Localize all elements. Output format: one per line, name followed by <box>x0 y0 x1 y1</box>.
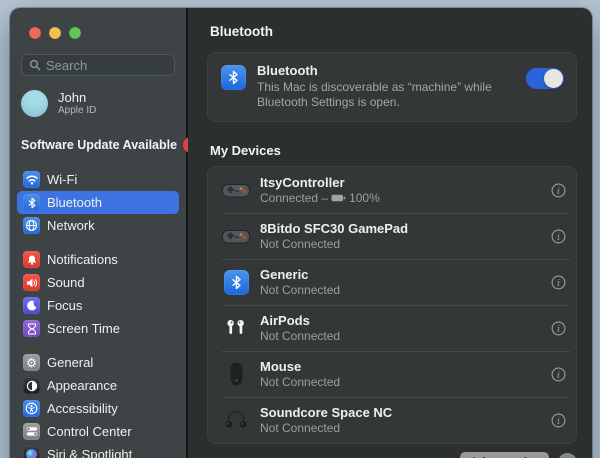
sidebar-item-focus[interactable]: Focus <box>17 294 179 317</box>
devices-list: ItsyController Connected – 100% <box>207 166 577 444</box>
sidebar-item-sound[interactable]: Sound <box>17 271 179 294</box>
bluetooth-icon <box>221 65 246 90</box>
siri-icon <box>23 446 40 458</box>
device-row-airpods[interactable]: AirPods Not Connected <box>208 305 576 351</box>
airpods-icon <box>220 319 252 337</box>
bluetooth-card-description: This Mac is discoverable as “machine” wh… <box>257 80 515 110</box>
info-button[interactable] <box>551 367 566 382</box>
profile-subtitle: Apple ID <box>58 105 96 117</box>
pane-footer: Advanced… ? <box>207 452 577 458</box>
wifi-icon <box>23 171 40 188</box>
sidebar-item-label: Network <box>47 218 95 233</box>
sidebar-item-general[interactable]: ⚙︎ General <box>17 351 179 374</box>
sidebar-item-notifications[interactable]: Notifications <box>17 248 179 271</box>
sidebar-item-bluetooth[interactable]: Bluetooth <box>17 191 179 214</box>
gamepad-icon <box>220 181 252 200</box>
sidebar-item-label: General <box>47 355 93 370</box>
minimize-button[interactable] <box>49 27 61 39</box>
device-row-mouse[interactable]: Mouse Not Connected <box>208 351 576 397</box>
bluetooth-toggle[interactable] <box>526 68 564 89</box>
device-status: Not Connected <box>260 375 340 390</box>
info-button[interactable] <box>551 183 566 198</box>
info-button[interactable] <box>551 413 566 428</box>
appearance-icon <box>23 377 40 394</box>
settings-window: John Apple ID Software Update Available … <box>10 8 592 458</box>
device-row-generic[interactable]: Generic Not Connected <box>208 259 576 305</box>
sidebar-item-software-update[interactable]: Software Update Available 1 <box>21 137 175 153</box>
sidebar-item-network[interactable]: Network <box>17 214 179 237</box>
speaker-icon <box>23 274 40 291</box>
sidebar-item-apple-id[interactable]: John Apple ID <box>21 90 175 117</box>
globe-icon <box>23 217 40 234</box>
my-devices-header: My Devices <box>210 143 577 158</box>
device-status: Not Connected <box>260 329 340 344</box>
sidebar-item-siri-spotlight[interactable]: Siri & Spotlight <box>17 443 179 458</box>
device-status: Not Connected <box>260 283 340 298</box>
bluetooth-icon <box>23 194 40 211</box>
sidebar-item-control-center[interactable]: Control Center <box>17 420 179 443</box>
search-input[interactable] <box>46 58 167 73</box>
sidebar-item-appearance[interactable]: Appearance <box>17 374 179 397</box>
sidebar-item-label: Bluetooth <box>47 195 102 210</box>
device-status: Not Connected <box>260 237 340 252</box>
window-controls <box>10 8 186 39</box>
bluetooth-pane: Bluetooth Bluetooth This Mac is discover… <box>188 8 592 458</box>
device-status: Not Connected <box>260 421 340 436</box>
sidebar-item-accessibility[interactable]: Accessibility <box>17 397 179 420</box>
bluetooth-card-label: Bluetooth <box>257 63 515 78</box>
bluetooth-toggle-card: Bluetooth This Mac is discoverable as “m… <box>207 52 577 122</box>
sidebar-item-label: Accessibility <box>47 401 118 416</box>
search-icon <box>29 59 41 71</box>
sidebar: John Apple ID Software Update Available … <box>10 8 188 458</box>
battery-icon <box>331 194 346 202</box>
gamepad-icon <box>220 227 252 246</box>
device-name: Mouse <box>260 359 340 375</box>
info-button[interactable] <box>551 321 566 336</box>
close-button[interactable] <box>29 27 41 39</box>
toggles-icon <box>23 423 40 440</box>
sidebar-item-label: Screen Time <box>47 321 120 336</box>
device-row-itsycontroller[interactable]: ItsyController Connected – 100% <box>208 167 576 213</box>
accessibility-icon <box>23 400 40 417</box>
info-button[interactable] <box>551 275 566 290</box>
info-button[interactable] <box>551 229 566 244</box>
sidebar-item-label: Appearance <box>47 378 117 393</box>
device-name: Soundcore Space NC <box>260 405 392 421</box>
help-button[interactable]: ? <box>558 453 577 458</box>
battery-percent: 100% <box>349 191 380 206</box>
device-row-8bitdo[interactable]: 8Bitdo SFC30 GamePad Not Connected <box>208 213 576 259</box>
hourglass-icon <box>23 320 40 337</box>
avatar <box>21 90 48 117</box>
headphones-icon <box>220 410 252 430</box>
sidebar-item-screen-time[interactable]: Screen Time <box>17 317 179 340</box>
sidebar-item-label: Sound <box>47 275 85 290</box>
device-name: ItsyController <box>260 175 380 191</box>
mouse-icon <box>220 361 252 387</box>
device-status: Connected – <box>260 191 328 206</box>
sidebar-item-label: Control Center <box>47 424 132 439</box>
device-name: 8Bitdo SFC30 GamePad <box>260 221 408 237</box>
device-row-soundcore[interactable]: Soundcore Space NC Not Connected <box>208 397 576 443</box>
search-input-wrap[interactable] <box>21 54 175 76</box>
sidebar-item-label: Wi-Fi <box>47 172 77 187</box>
bell-icon <box>23 251 40 268</box>
zoom-button[interactable] <box>69 27 81 39</box>
advanced-button[interactable]: Advanced… <box>460 452 549 458</box>
sidebar-item-label: Notifications <box>47 252 118 267</box>
sidebar-item-label: Siri & Spotlight <box>47 447 132 458</box>
bluetooth-icon <box>220 270 252 295</box>
device-name: Generic <box>260 267 340 283</box>
toggle-knob <box>544 69 563 88</box>
sidebar-item-wifi[interactable]: Wi-Fi <box>17 168 179 191</box>
software-update-label: Software Update Available <box>21 138 177 152</box>
moon-icon <box>23 297 40 314</box>
gear-icon: ⚙︎ <box>23 354 40 371</box>
device-name: AirPods <box>260 313 340 329</box>
page-title: Bluetooth <box>210 24 577 39</box>
sidebar-item-label: Focus <box>47 298 82 313</box>
profile-name: John <box>58 90 96 105</box>
sidebar-nav: Wi-Fi Bluetooth Network <box>10 168 186 458</box>
